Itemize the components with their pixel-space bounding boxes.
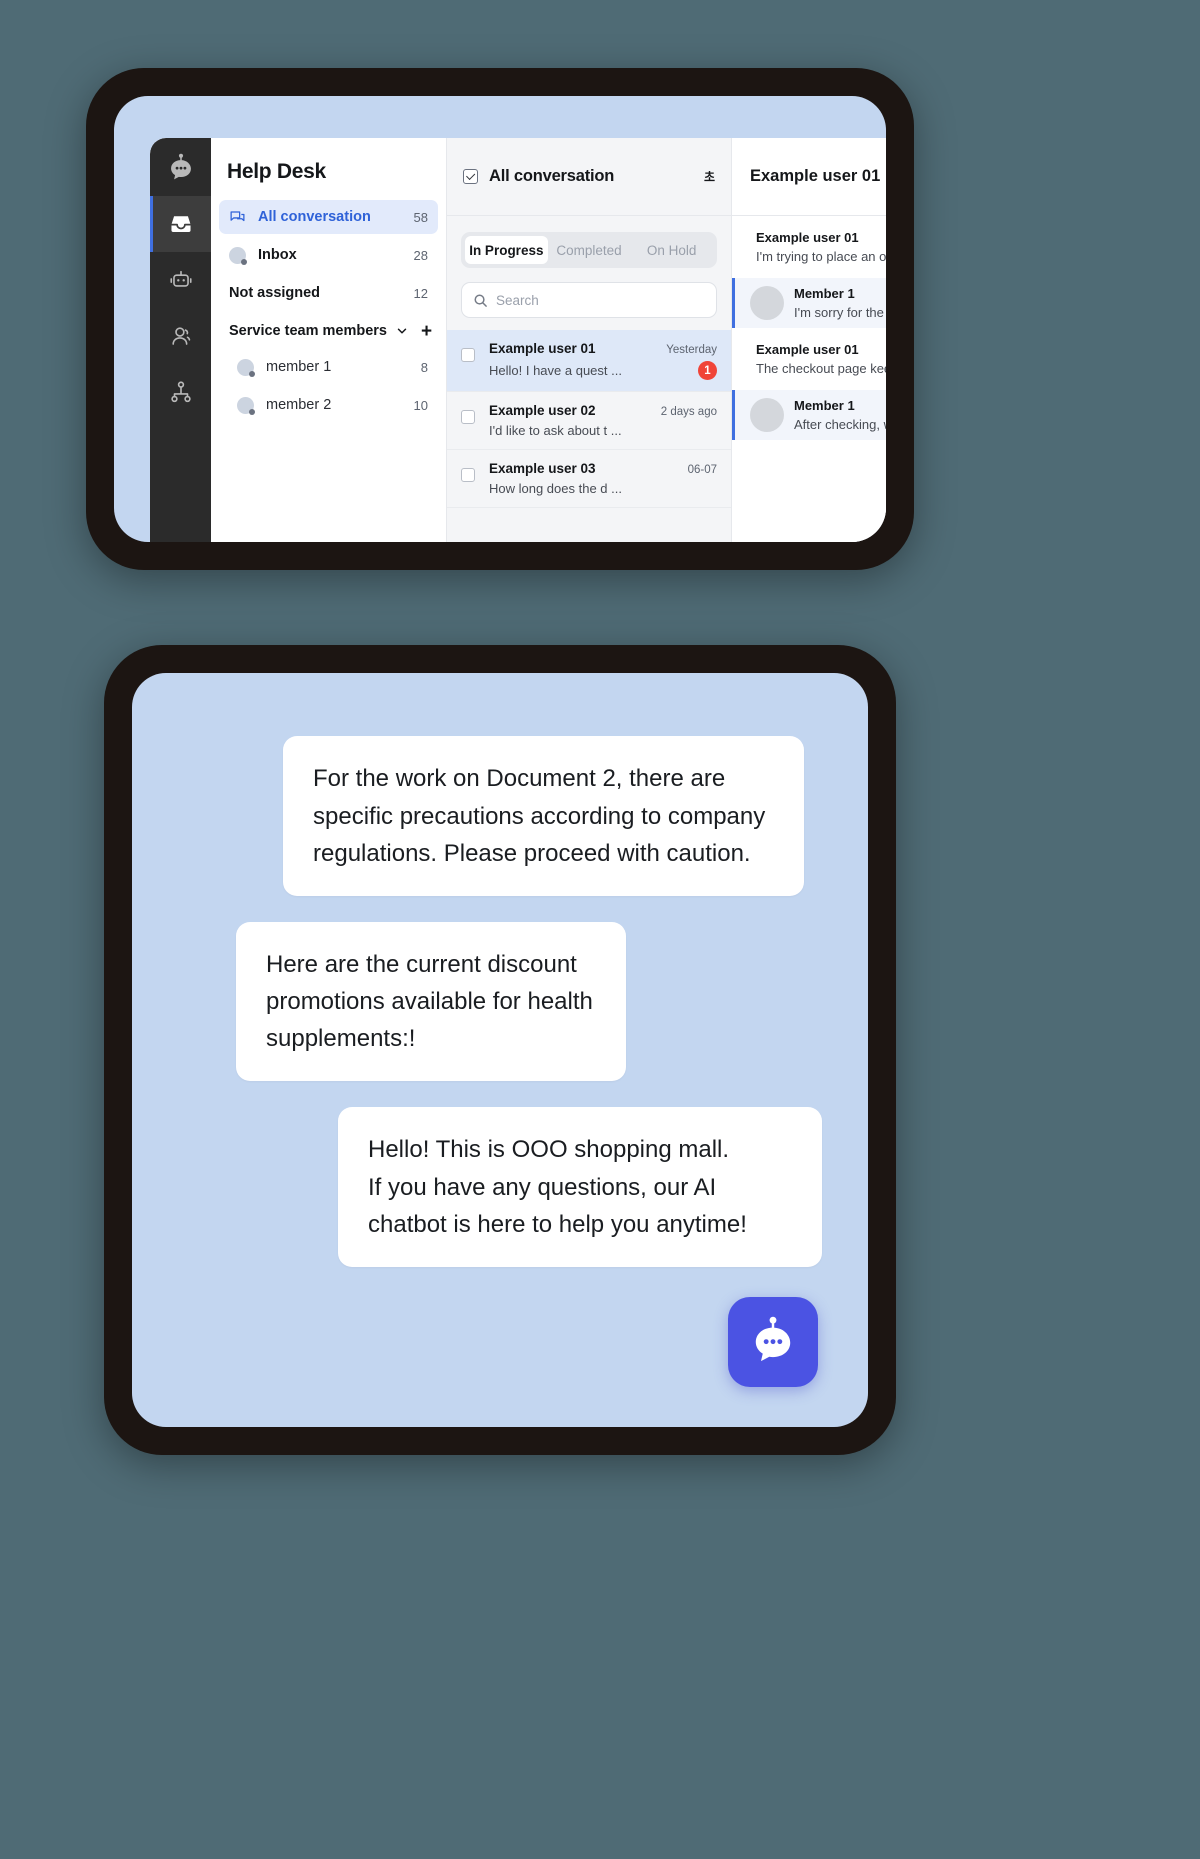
bot-icon[interactable] [150,252,211,308]
conversation-preview: How long does the d ... [489,481,622,496]
conversation-list: Example user 01 Yesterday Hello! I have … [447,330,731,508]
add-member-button[interactable]: + [421,322,432,341]
conversation-checkbox[interactable] [461,348,475,362]
page-title: Help Desk [227,160,326,183]
message-sender: Example user 01 [756,342,859,357]
sidebar-item-label: Inbox [258,247,297,263]
sidebar-item-member-1[interactable]: member 1 8 [219,350,438,384]
sidebar-item-label: Not assigned [229,285,321,301]
sidebar-item-label: member 1 [266,359,332,375]
conversation-checkbox[interactable] [461,410,475,424]
conversation-list-panel: All conversation 초 In Progress Completed… [447,138,732,542]
conversation-icon [229,209,249,226]
conversation-detail-panel: Example user 01 Example user 01 I'm tryi… [732,138,886,542]
conversation-preview: I'd like to ask about t ... [489,423,622,438]
sidebar-item-count: 28 [413,247,428,263]
conversation-preview: Hello! I have a quest ... [489,363,622,378]
icon-rail [150,138,211,542]
conversation-name: Example user 03 [489,461,596,476]
inbox-icon[interactable] [150,196,211,252]
chatbot-icon [747,1314,799,1371]
chat-bubble: Here are the current discount promotions… [236,921,626,1082]
sidebar-item-count: 10 [413,397,428,413]
nav-panel: Help Desk All conversation 58 Inbox 28 N… [211,138,447,542]
conversation-detail-title: Example user 01 [750,167,881,185]
message-sender: Member 1 [794,286,855,301]
sidebar-item-label: All conversation [258,209,371,225]
tab-in-progress[interactable]: In Progress [465,236,548,264]
conversation-checkbox[interactable] [461,468,475,482]
chatbot-logo-icon[interactable] [150,138,211,196]
conversation-time: 2 days ago [660,406,717,418]
sidebar-group-service-team-members[interactable]: Service team members + [219,314,438,348]
org-chart-icon[interactable] [150,364,211,420]
sidebar-item-member-2[interactable]: member 2 10 [219,388,438,422]
chatbot-launcher-button[interactable] [728,1297,818,1387]
sidebar-item-count: 12 [413,285,428,301]
message-row: Example user 01 The checkout page keeps … [750,342,886,376]
conversation-time: Yesterday [666,344,717,356]
avatar [750,286,784,320]
sidebar-item-not-assigned[interactable]: Not assigned 12 [219,276,438,310]
tab-on-hold[interactable]: On Hold [630,236,713,264]
message-sender: Member 1 [794,398,855,413]
sidebar-item-count: 8 [420,359,428,375]
conversation-list-item[interactable]: Example user 02 2 days ago I'd like to a… [447,392,731,450]
avatar [750,398,784,432]
help-desk-app-window: Help Desk All conversation 58 Inbox 28 N… [150,138,886,542]
chat-fab-row [178,1297,822,1387]
avatar-status-icon [229,246,249,265]
conversation-list-item[interactable]: Example user 01 Yesterday Hello! I have … [447,330,731,392]
message-row: Example user 01 I'm trying to place an o… [750,230,886,264]
search-input[interactable]: Search [461,282,717,318]
help-desk-device-frame: Help Desk All conversation 58 Inbox 28 N… [86,68,914,570]
unread-badge: 1 [698,361,717,380]
conversation-time: 06-07 [687,464,717,476]
chat-widget-device-frame: For the work on Document 2, there are sp… [104,645,896,1455]
conversation-detail-header: Example user 01 [732,138,886,216]
sidebar-item-all-conversation[interactable]: All conversation 58 [219,200,438,234]
avatar-status-icon [237,358,257,377]
search-icon [473,293,488,308]
sidebar-item-count: 58 [413,209,428,225]
conversation-name: Example user 02 [489,403,596,418]
sidebar-item-inbox[interactable]: Inbox 28 [219,238,438,272]
conversation-list-header: All conversation 초 [447,138,731,216]
chat-bubble: For the work on Document 2, there are sp… [283,736,804,896]
user-icon[interactable] [150,308,211,364]
screenshot-stage: Help Desk All conversation 58 Inbox 28 N… [0,0,1200,1859]
conversation-list-title: All conversation [489,167,615,185]
message-sender: Example user 01 [756,230,859,245]
message-row: Member 1 I'm sorry for the inconvenience [732,278,886,328]
message-row: Member 1 After checking, we found [732,390,886,440]
tab-completed[interactable]: Completed [548,236,631,264]
message-text: I'm sorry for the inconvenience [794,305,886,320]
chat-message-area: For the work on Document 2, there are sp… [132,673,868,1427]
conversation-name: Example user 01 [489,341,596,356]
conversation-list-item[interactable]: Example user 03 06-07 How long does the … [447,450,731,508]
help-desk-screen: Help Desk All conversation 58 Inbox 28 N… [114,96,886,542]
message-text: The checkout page keeps failing [756,361,886,376]
avatar-status-icon [237,396,257,415]
chat-widget-screen: For the work on Document 2, there are sp… [132,673,868,1427]
search-placeholder: Search [496,292,539,308]
message-thread: Example user 01 I'm trying to place an o… [732,216,886,468]
chat-bubble: Hello! This is OOO shopping mall. If you… [338,1107,822,1267]
conversation-list-header-extra[interactable]: 초 [704,168,715,185]
status-tabs: In Progress Completed On Hold [461,232,717,268]
message-text: After checking, we found [794,417,886,432]
message-text: I'm trying to place an order [756,249,886,264]
select-all-checkbox[interactable] [463,169,478,184]
sidebar-item-label: member 2 [266,397,332,413]
sidebar-group-label: Service team members [229,323,387,339]
chevron-down-icon[interactable] [395,324,409,338]
